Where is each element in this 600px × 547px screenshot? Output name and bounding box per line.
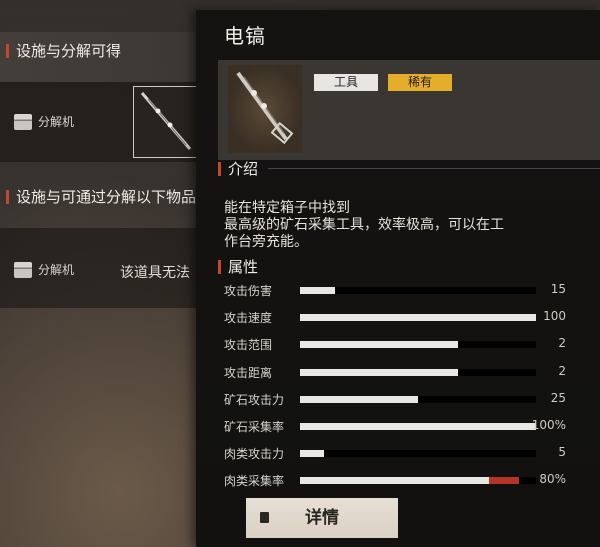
attributes-header: 属性 xyxy=(218,256,600,277)
item-name: 电镐 xyxy=(224,24,266,48)
stat-bar xyxy=(300,450,536,458)
stat-label: 攻击范围 xyxy=(224,338,273,353)
stat-bar-fill xyxy=(300,287,336,294)
accent-bar xyxy=(6,189,9,204)
stat-bar-fill xyxy=(300,314,536,322)
accent-bar xyxy=(6,43,9,58)
machine-decomposer-2[interactable]: 分解机 xyxy=(14,261,74,278)
stat-label: 攻击伤害 xyxy=(224,284,273,298)
book-icon xyxy=(260,512,269,523)
details-button[interactable]: 详情 xyxy=(246,498,398,538)
stat-bar xyxy=(300,395,536,403)
stat-row: 攻击伤害 15 xyxy=(224,280,566,300)
stat-bar xyxy=(300,423,536,430)
stat-bar-fill xyxy=(300,368,459,376)
item-portrait xyxy=(228,65,302,153)
electric-pickaxe-thumb-icon xyxy=(140,92,192,150)
stat-row: 肉类攻击力 5 xyxy=(224,443,566,463)
divider xyxy=(268,168,600,169)
stat-value: 25 xyxy=(550,390,566,405)
item-description: 能在特定箱子中找到 最高级的矿石采集工具，效率极高，可以在工 作台旁充能。 xyxy=(224,200,504,250)
stat-label: 肉类采集率 xyxy=(224,474,285,489)
stat-bar-fill xyxy=(300,341,459,349)
item-slot-electric-pickaxe[interactable] xyxy=(133,86,199,158)
stat-value: 80% xyxy=(539,472,566,487)
stat-label: 攻击距离 xyxy=(224,365,273,380)
stat-bar-fill xyxy=(300,423,536,430)
stat-label: 肉类攻击力 xyxy=(224,447,285,462)
machine-decomposer[interactable]: 分解机 xyxy=(14,113,74,130)
stat-bar-fill xyxy=(300,395,418,403)
stat-value: 100 xyxy=(543,309,566,324)
electric-pickaxe-icon xyxy=(236,71,294,145)
stat-bar xyxy=(300,287,536,294)
stat-row: 攻击速度 100 xyxy=(224,307,566,327)
section-title-obtainable: 设施与分解可得 xyxy=(6,40,121,61)
stat-value: 2 xyxy=(558,363,566,378)
stat-bar-fill xyxy=(300,477,489,485)
stat-label: 攻击速度 xyxy=(224,311,273,326)
stat-row: 攻击范围 2 xyxy=(224,334,566,354)
stat-value: 100% xyxy=(531,418,566,432)
item-tooltip: 电镐 工具 稀有 介绍 能在特定箱子中找到 最高级的矿石采集工具，效率极高，可以… xyxy=(196,10,600,547)
stat-row: 攻击距离 2 xyxy=(224,362,566,382)
stat-value: 2 xyxy=(558,336,566,351)
section-title-source: 设施与可通过分解以下物品 xyxy=(6,186,196,207)
tag-tool: 工具 xyxy=(314,74,378,91)
stat-bar xyxy=(300,368,536,376)
accent-bar xyxy=(218,161,221,176)
stat-bar xyxy=(300,341,536,349)
decomposer-icon xyxy=(14,113,32,130)
stat-bar xyxy=(300,314,536,322)
stat-row: 矿石采集率 100% xyxy=(224,416,566,436)
stat-label: 矿石采集率 xyxy=(224,420,285,434)
accent-bar xyxy=(218,259,221,274)
stat-row: 矿石攻击力 25 xyxy=(224,389,566,409)
intro-header: 介绍 xyxy=(218,158,600,179)
decomposer-icon xyxy=(14,261,32,278)
stat-row: 肉类采集率 80% xyxy=(224,470,566,490)
stat-value: 15 xyxy=(550,282,566,296)
stat-bar xyxy=(300,477,536,485)
stat-label: 矿石攻击力 xyxy=(224,392,285,407)
stat-value: 5 xyxy=(558,445,566,460)
tag-rarity: 稀有 xyxy=(388,74,452,91)
cannot-decompose-note: 该道具无法 xyxy=(120,265,190,281)
stat-bar-fill xyxy=(300,450,324,458)
